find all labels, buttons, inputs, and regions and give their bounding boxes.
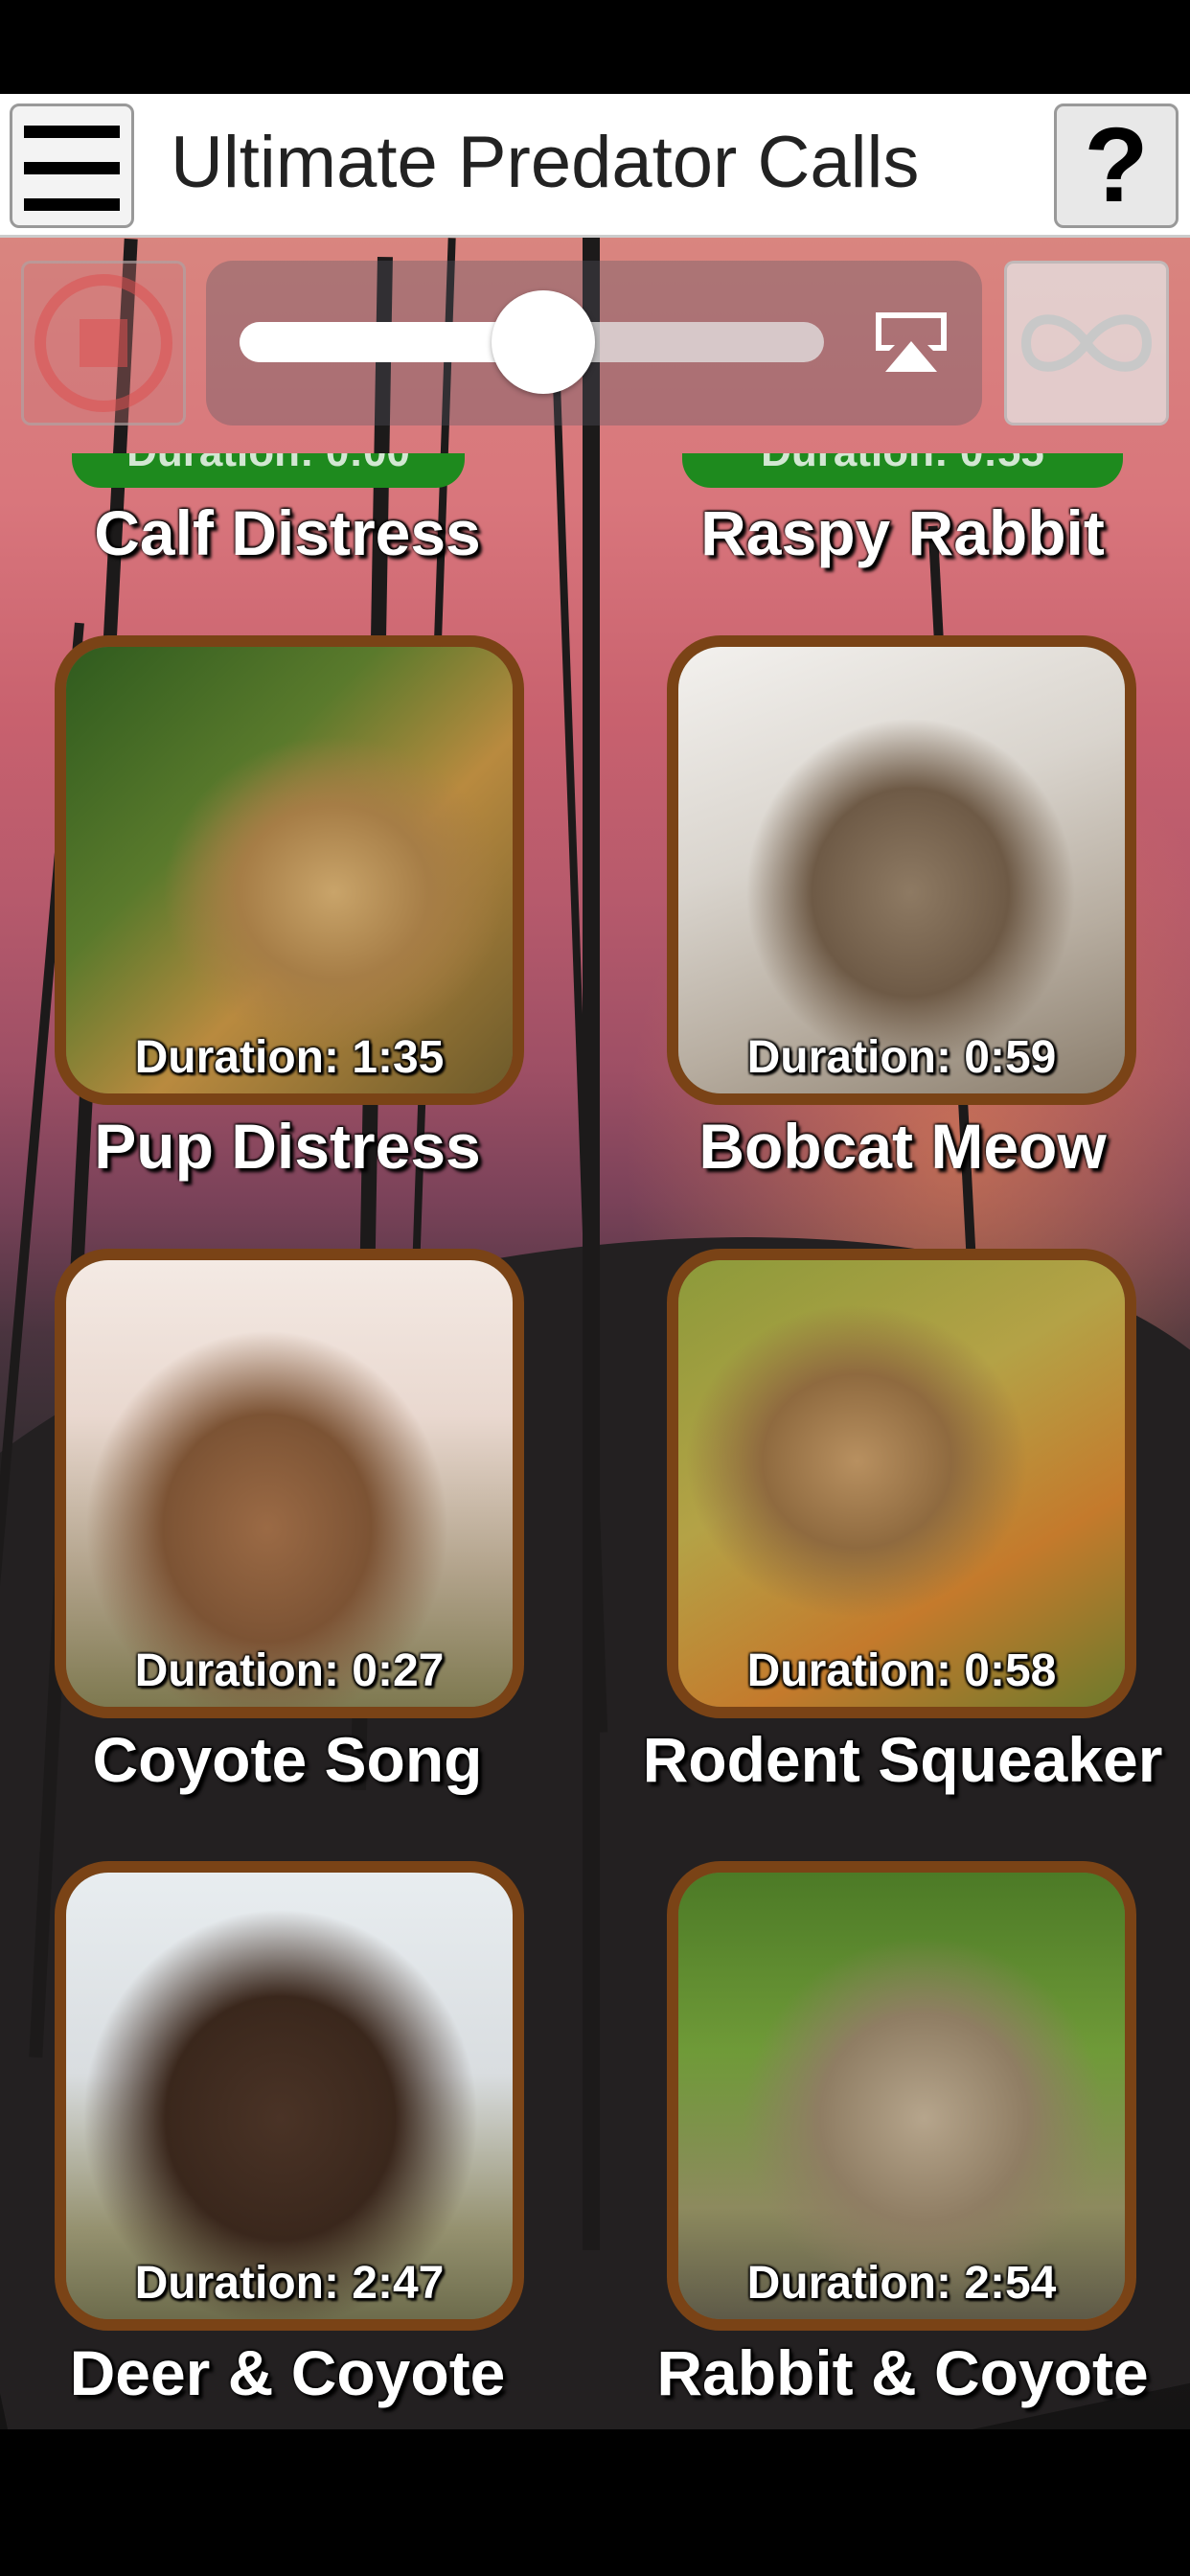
partial-card-duration: Duration: 0:55 [682,453,1123,488]
airplay-icon[interactable] [870,309,952,376]
status-bar [0,0,1190,94]
call-card[interactable]: Duration: 0:27 [55,1249,524,1718]
duration-text: Duration: 0:55 [682,453,1123,476]
menu-icon-bar [24,162,120,174]
duration-text: Duration: 1:35 [134,1032,445,1083]
menu-icon [24,126,120,138]
animal-photo [66,1873,513,2319]
call-label[interactable]: Deer & Coyote [0,2336,594,2409]
volume-slider-thumb[interactable] [492,290,596,394]
partial-card-duration: Duration: 0:00 [72,453,465,488]
duration-text: Duration: 2:54 [746,2258,1057,2309]
animal-photo [66,1260,513,1707]
duration-text: Duration: 0:00 [72,453,465,476]
call-label[interactable]: Pup Distress [0,1110,594,1183]
call-card[interactable]: Duration: 1:35 [55,635,524,1105]
loop-icon [1020,314,1153,372]
duration-text: Duration: 0:27 [134,1645,445,1696]
animal-photo [66,647,513,1093]
call-label[interactable]: Coyote Song [0,1723,594,1796]
menu-button[interactable] [10,104,134,228]
stop-icon [34,274,172,412]
animal-photo [678,1260,1125,1707]
call-label[interactable]: Bobcat Meow [596,1110,1190,1183]
help-button[interactable]: ? [1054,104,1179,228]
call-card[interactable]: Duration: 0:59 [667,635,1136,1105]
app-header: Ultimate Predator Calls ? [0,94,1190,238]
animal-photo [678,1873,1125,2319]
menu-icon-bar [24,198,120,211]
duration-text: Duration: 0:59 [746,1032,1057,1083]
call-label[interactable]: Rodent Squeaker [596,1723,1190,1796]
stop-button[interactable] [21,261,186,426]
call-card[interactable]: Duration: 2:47 [55,1861,524,2331]
duration-text: Duration: 0:58 [746,1645,1057,1696]
loop-button[interactable] [1004,261,1169,426]
call-label[interactable]: Calf Distress [0,496,594,569]
call-card[interactable]: Duration: 2:54 [667,1861,1136,2331]
page-title: Ultimate Predator Calls [171,122,920,203]
home-indicator-area [0,2429,1190,2576]
duration-text: Duration: 2:47 [134,2258,445,2309]
call-card[interactable]: Duration: 0:58 [667,1249,1136,1718]
call-label[interactable]: Rabbit & Coyote [596,2336,1190,2409]
animal-photo [678,647,1125,1093]
call-label[interactable]: Raspy Rabbit [596,496,1190,569]
